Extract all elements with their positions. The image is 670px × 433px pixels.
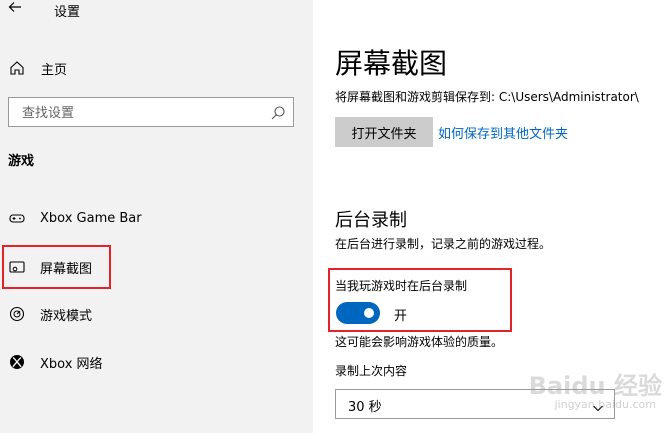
background-recording-heading: 后台录制 [335,210,407,231]
record-last-value: 30 秒 [348,400,382,415]
search-box[interactable] [8,97,294,127]
highlight-box-captures [2,245,111,289]
change-location-link[interactable]: 如何保存到其他文件夹 [438,123,568,142]
main-content: 屏幕截图 将屏幕截图和游戏剪辑保存到: C:\Users\Administrat… [313,0,670,433]
sidebar-item-xbox-network[interactable]: Xbox 网络 [8,351,103,373]
home-icon [8,59,26,77]
save-path-text: 将屏幕截图和游戏剪辑保存到: C:\Users\Administrator\ [335,90,639,104]
xbox-icon [8,353,26,371]
sidebar: 设置 主页 游戏 Xbox Game Bar 屏幕截图 游戏模式 [0,0,313,433]
sidebar-item-label: 游戏模式 [40,308,93,324]
sidebar-item-label: Xbox Game Bar [40,210,142,226]
gamebar-icon [8,209,26,227]
highlight-box-toggle [328,268,512,332]
window-title: 设置 [54,5,81,20]
search-icon[interactable] [270,105,286,121]
sidebar-item-home[interactable]: 主页 [8,57,67,79]
game-mode-icon [8,305,26,323]
background-recording-description: 在后台进行录制，记录之前的游戏过程。 [335,237,552,251]
watermark-logo: Baidu 经验 [528,372,662,400]
section-heading: 游戏 [8,154,35,169]
search-input[interactable] [20,104,264,122]
back-button[interactable] [8,0,28,20]
page-title: 屏幕截图 [335,47,448,80]
sidebar-item-label: Xbox 网络 [40,356,103,372]
record-last-label: 录制上次内容 [335,364,408,378]
open-folder-button[interactable]: 打开文件夹 [335,117,433,147]
sidebar-item-game-mode[interactable]: 游戏模式 [8,303,92,325]
watermark-url: jingyan.baidu.com [554,398,656,411]
quality-note: 这可能会影响游戏体验的质量。 [335,335,504,349]
back-arrow-icon [8,2,21,12]
sidebar-home-label: 主页 [41,62,68,78]
sidebar-item-xbox-game-bar[interactable]: Xbox Game Bar [8,207,142,229]
